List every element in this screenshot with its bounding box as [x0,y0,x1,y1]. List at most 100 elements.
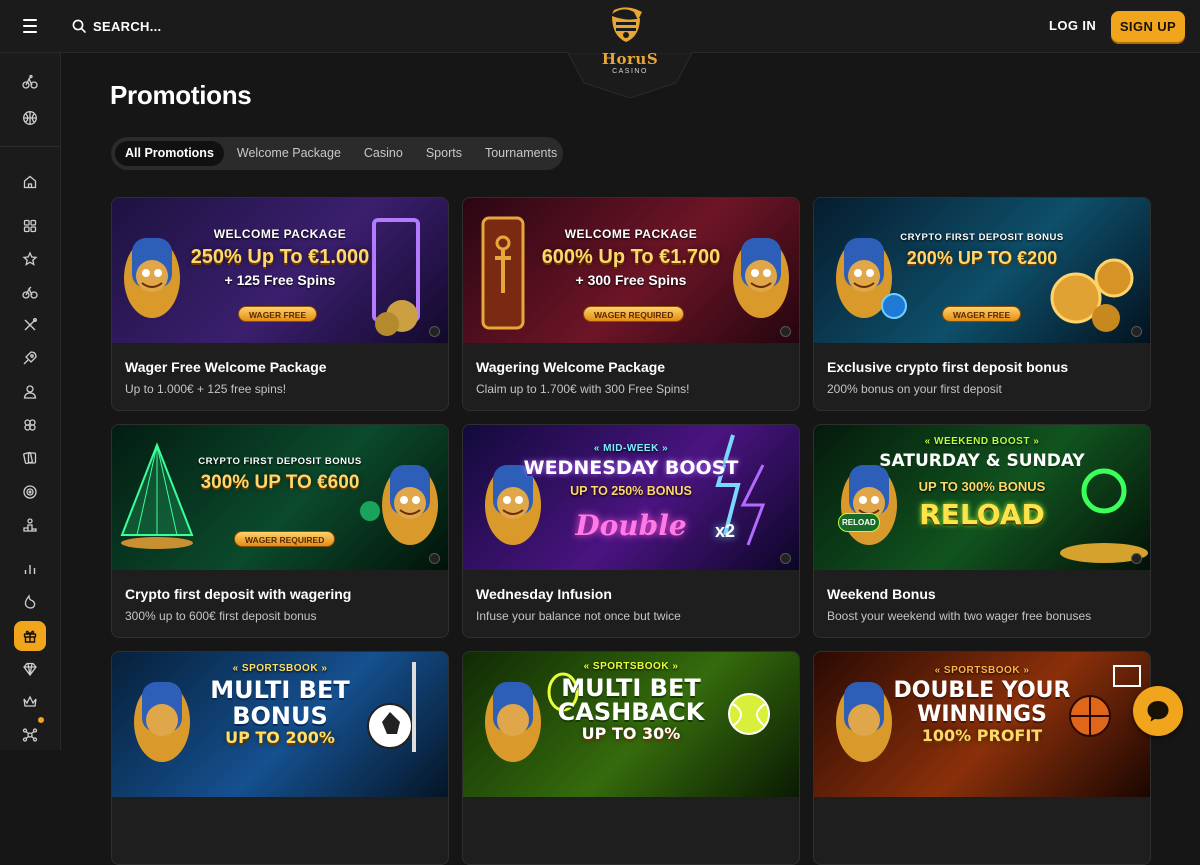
banner-headline: WEDNESDAY BOOST [523,457,739,479]
info-dot-icon [429,326,440,337]
network-icon [22,728,38,742]
promo-card-multi-bet-bonus[interactable]: « SPORTSBOOK » MULTI BET BONUS UP TO 200… [111,651,449,865]
card-title: Exclusive crypto first deposit bonus [827,359,1069,375]
roulette-icon [23,485,37,499]
promo-card-crypto-exclusive[interactable]: CRYPTO FIRST DEPOSIT BONUS 200% UP TO €2… [813,197,1151,411]
chat-icon [1147,701,1169,722]
banner-kicker: CRYPTO FIRST DEPOSIT BONUS [198,456,362,467]
info-dot-icon [1131,326,1142,337]
banner-kicker: « WEEKEND BOOST » [924,436,1040,447]
sidebar-item-hot[interactable] [14,587,46,617]
main-content: Promotions All Promotions Welcome Packag… [61,53,1200,865]
banner-kicker: « SPORTSBOOK » [583,661,679,672]
promo-card-multi-bet-cashback[interactable]: « SPORTSBOOK » MULTI BET CASHBACK UP TO … [462,651,800,865]
live-chat-button[interactable] [1133,686,1183,736]
sidebar-item-favorites[interactable] [14,244,46,274]
promo-card-wagering-welcome[interactable]: WELCOME PACKAGE 600% Up To €1.700 + 300 … [462,197,800,411]
sidebar-item-table-games[interactable] [14,443,46,473]
reload-badge: RELOAD [838,513,880,532]
tab-sports[interactable]: Sports [416,141,472,166]
banner-headline: 200% UP TO €200 [906,248,1058,268]
info-dot-icon [780,326,791,337]
sidebar-item-loyalty[interactable] [14,687,46,717]
card-description: Boost your weekend with two wager free b… [827,609,1092,623]
sidebar-item-bike[interactable] [14,67,46,97]
promo-card-wednesday-infusion[interactable]: « MID-WEEK » WEDNESDAY BOOST UP TO 250% … [462,424,800,638]
promo-card-weekend-bonus[interactable]: « WEEKEND BOOST » SATURDAY & SUNDAY UP T… [813,424,1151,638]
sidebar [0,53,61,750]
promo-banner: WELCOME PACKAGE 600% Up To €1.700 + 300 … [463,198,799,343]
promo-banner: WELCOME PACKAGE 250% Up To €1.000 + 125 … [112,198,448,343]
sidebar-item-live-dealer[interactable] [14,377,46,407]
banner-headline: MULTI BET [561,674,701,702]
sidebar-item-promotions[interactable] [14,621,46,651]
banner-headline: SATURDAY & SUNDAY [879,451,1085,471]
info-dot-icon [429,553,440,564]
tab-all-promotions[interactable]: All Promotions [115,141,224,166]
promo-banner: « WEEKEND BOOST » SATURDAY & SUNDAY UP T… [814,425,1150,570]
banner-script-text: Double [575,509,687,542]
page-title: Promotions [110,80,252,110]
promo-card-double-winnings[interactable]: « SPORTSBOOK » DOUBLE YOUR WINNINGS 100%… [813,651,1151,865]
banner-headline: 250% Up To €1.000 [190,246,370,268]
wager-badge: WAGER FREE [942,306,1022,322]
card-title: Wagering Welcome Package [476,359,666,375]
gift-icon [23,630,37,643]
sidebar-item-cycling[interactable] [14,277,46,307]
sidebar-item-rocket[interactable] [14,343,46,373]
banner-headline: MULTI BET [210,676,350,704]
banner-subline: UP TO 250% BONUS [570,484,692,498]
dealer-icon [23,385,37,399]
signup-button[interactable]: SIGN UP [1111,11,1185,42]
sidebar-item-roulette[interactable] [14,477,46,507]
search-bar[interactable]: SEARCH... [72,14,161,38]
rocket-icon [23,351,37,365]
login-button[interactable]: LOG IN [1040,13,1105,39]
search-placeholder: SEARCH... [93,18,162,34]
card-description: 200% bonus on your first deposit [827,382,1002,396]
promo-card-wager-free-welcome[interactable]: WELCOME PACKAGE 250% Up To €1.000 + 125 … [111,197,449,411]
card-title: Crypto first deposit with wagering [125,586,352,602]
promo-banner: CRYPTO FIRST DEPOSIT BONUS 300% UP TO €6… [112,425,448,570]
banner-subline: + 300 Free Spins [575,272,687,288]
top-header: SEARCH... HoruS CASINO LOG IN SIGN UP [0,0,1200,98]
sidebar-item-lucky[interactable] [14,410,46,440]
banner-kicker: « SPORTSBOOK » [934,665,1030,676]
star-icon [22,251,38,266]
bike-icon [22,74,38,89]
banner-headline: 300% UP TO €600 [200,472,360,493]
search-icon [72,19,86,33]
sidebar-item-basketball[interactable] [14,103,46,133]
banner-headline: DOUBLE YOUR [893,678,1071,703]
home-icon [23,175,37,189]
promo-card-crypto-wagering[interactable]: CRYPTO FIRST DEPOSIT BONUS 300% UP TO €6… [111,424,449,638]
card-description: Up to 1.000€ + 125 free spins! [125,382,287,396]
sidebar-item-tournaments[interactable] [14,510,46,540]
sidebar-item-stats[interactable] [14,554,46,584]
promo-banner: « MID-WEEK » WEDNESDAY BOOST UP TO 250% … [463,425,799,570]
tab-tournaments[interactable]: Tournaments [475,141,567,166]
sidebar-item-vip[interactable] [14,654,46,684]
banner-kicker: « SPORTSBOOK » [232,663,328,674]
promo-banner: « SPORTSBOOK » MULTI BET BONUS UP TO 200… [112,652,448,797]
sidebar-item-home[interactable] [14,167,46,197]
banner-subline: + 125 Free Spins [224,272,336,288]
banner-subline: CASHBACK [557,698,705,726]
wager-badge: WAGER REQUIRED [234,531,336,547]
card-description: 300% up to 600€ first deposit bonus [125,609,317,623]
banner-extra: 100% PROFIT [921,726,1043,745]
podium-icon [23,518,37,532]
menu-icon[interactable] [18,16,42,36]
multiplier-badge: x2 [715,521,736,541]
x-icon [24,318,37,331]
basketball-icon [23,111,37,125]
tab-casino[interactable]: Casino [354,141,413,166]
sidebar-item-all-games[interactable] [14,211,46,241]
banner-subline: UP TO 300% BONUS [918,479,1046,494]
crown-icon [23,695,37,707]
banner-kicker: WELCOME PACKAGE [213,227,347,241]
flame-icon [24,594,36,609]
sidebar-item-affiliate[interactable] [14,717,46,750]
tab-welcome-package[interactable]: Welcome Package [227,141,351,166]
sidebar-item-crash[interactable] [14,310,46,340]
